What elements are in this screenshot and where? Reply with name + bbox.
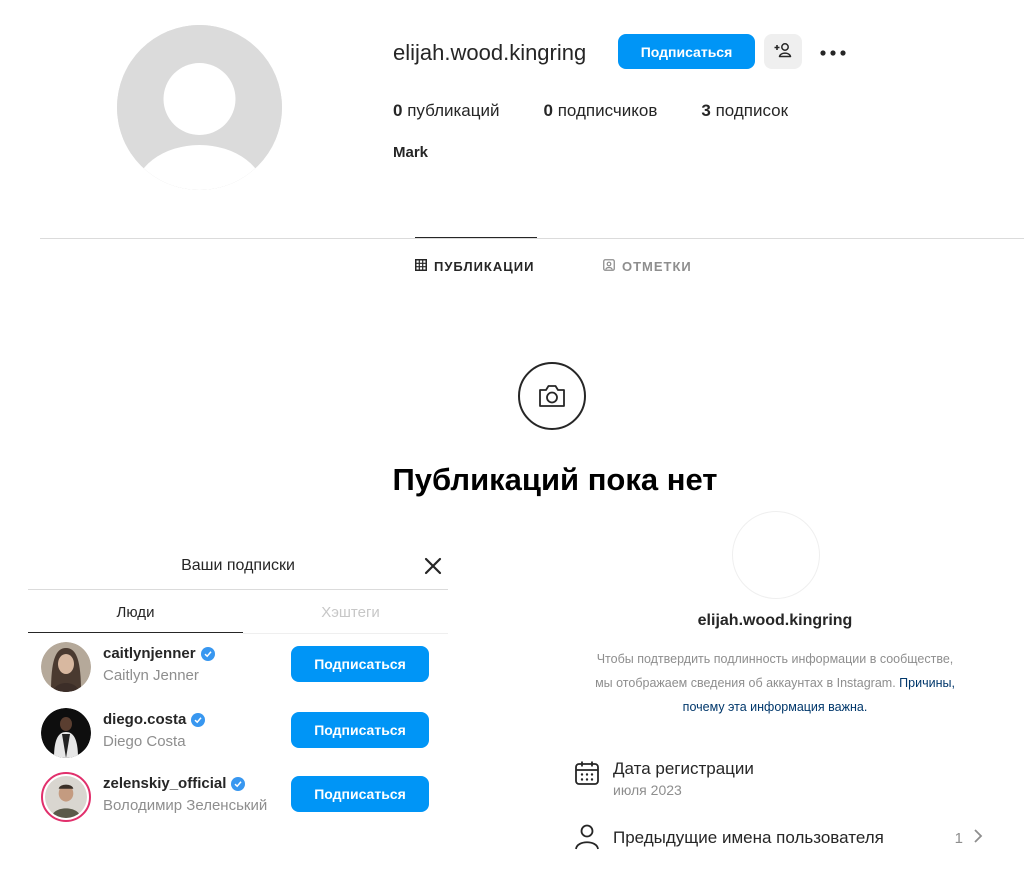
previous-usernames-label: Предыдущие имена пользователя bbox=[613, 828, 884, 847]
empty-state-title: Публикаций пока нет bbox=[392, 462, 718, 497]
avatar[interactable] bbox=[41, 708, 91, 758]
about-username: elijah.wood.kingring bbox=[697, 612, 853, 629]
tab-tagged-label: ОТМЕТКИ bbox=[622, 259, 692, 274]
close-icon bbox=[424, 557, 442, 580]
list-item-name: Caitlyn Jenner bbox=[103, 667, 199, 684]
previous-usernames-count: 1 bbox=[955, 828, 983, 848]
tab-people[interactable]: Люди bbox=[28, 604, 243, 621]
tabs-divider bbox=[40, 238, 1024, 239]
tab-posts-label: ПУБЛИКАЦИИ bbox=[434, 259, 535, 274]
list-item-name: Володимир Зеленський bbox=[103, 797, 268, 814]
list-item-name: Diego Costa bbox=[103, 733, 186, 750]
registration-date-label: Дата регистрации bbox=[613, 759, 754, 778]
person-icon bbox=[573, 822, 601, 850]
list-item-username[interactable]: zelenskiy_official bbox=[103, 775, 246, 792]
active-tab-indicator bbox=[415, 237, 537, 238]
previous-usernames-row[interactable]: Предыдущие имена пользователя 1 bbox=[573, 822, 983, 850]
list-item: zelenskiy_official Володимир Зеленський … bbox=[41, 772, 448, 828]
calendar-icon bbox=[573, 759, 601, 787]
profile-avatar[interactable] bbox=[117, 25, 282, 190]
panel-title: Ваши подписки bbox=[181, 557, 295, 574]
list-item-username[interactable]: diego.costa bbox=[103, 711, 206, 728]
profile-stats: 0 публикаций 0 подписчиков 3 подписок bbox=[393, 101, 832, 121]
verified-icon bbox=[200, 646, 215, 661]
avatar[interactable] bbox=[41, 772, 91, 822]
list-item: caitlynjenner Caitlyn Jenner Подписаться bbox=[41, 642, 448, 698]
close-button[interactable] bbox=[418, 553, 448, 583]
add-user-icon bbox=[774, 42, 792, 61]
panel-divider bbox=[28, 589, 448, 590]
tab-posts[interactable]: ПУБЛИКАЦИИ bbox=[415, 259, 534, 274]
about-description: Чтобы подтвердить подлинность информации… bbox=[595, 652, 955, 714]
tab-people-indicator bbox=[28, 632, 243, 633]
follow-button[interactable]: Подписаться bbox=[618, 34, 755, 69]
verified-icon bbox=[231, 776, 246, 791]
following-panel: Ваши подписки Люди Хэштеги caitlynjenner bbox=[28, 545, 448, 845]
registration-date-value: июля 2023 bbox=[613, 782, 682, 798]
list-item-username[interactable]: caitlynjenner bbox=[103, 645, 215, 662]
tag-icon bbox=[603, 259, 622, 274]
suggest-users-button[interactable] bbox=[764, 34, 802, 69]
followers-stat[interactable]: 0 подписчиков bbox=[543, 101, 657, 121]
verified-icon bbox=[191, 712, 206, 727]
following-stat[interactable]: 3 подписок bbox=[701, 101, 788, 121]
more-options-button[interactable] bbox=[814, 34, 852, 69]
list-item: diego.costa Diego Costa Подписаться bbox=[41, 708, 448, 764]
follow-button[interactable]: Подписаться bbox=[291, 712, 429, 748]
grid-icon bbox=[415, 259, 434, 274]
tab-hashtags[interactable]: Хэштеги bbox=[243, 604, 458, 621]
more-icon bbox=[820, 44, 846, 59]
posts-stat: 0 публикаций bbox=[393, 101, 500, 120]
about-avatar bbox=[732, 511, 820, 599]
profile-username: elijah.wood.kingring bbox=[393, 40, 587, 65]
tab-hashtags-line bbox=[243, 633, 448, 634]
profile-full-name: Mark bbox=[393, 144, 429, 161]
follow-button[interactable]: Подписаться bbox=[291, 776, 429, 812]
registration-date-row: Дата регистрации июля 2023 bbox=[573, 759, 754, 798]
avatar[interactable] bbox=[41, 642, 91, 692]
tab-tagged[interactable]: ОТМЕТКИ bbox=[603, 259, 692, 274]
chevron-right-icon bbox=[963, 828, 983, 848]
follow-button[interactable]: Подписаться bbox=[291, 646, 429, 682]
camera-icon bbox=[518, 362, 586, 430]
